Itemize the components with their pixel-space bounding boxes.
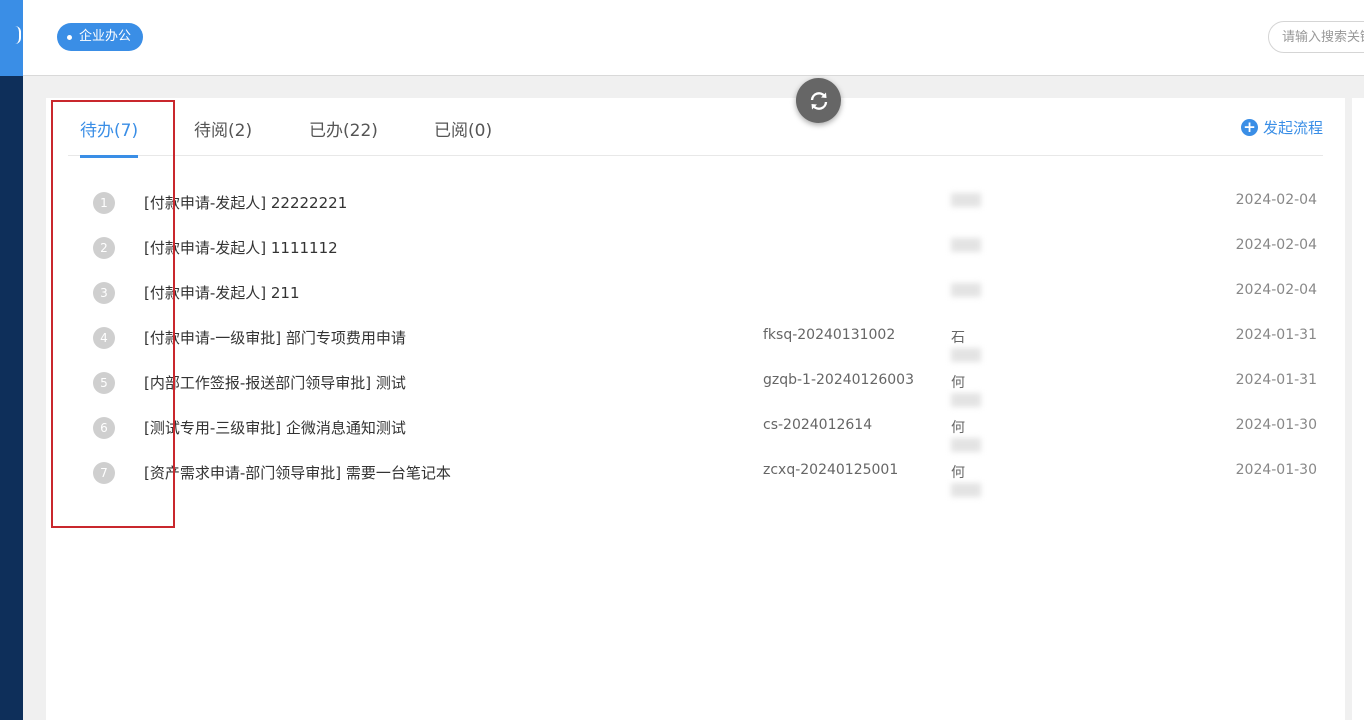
row-code: zcxq-20240125001	[763, 462, 899, 478]
app-switcher-button[interactable]: 企业办公	[57, 23, 144, 51]
row-title[interactable]: [付款申请-发起人] 211	[144, 282, 300, 303]
row-person: 石	[951, 327, 991, 363]
top-bar: 企业办公	[23, 0, 1364, 76]
row-date: 2024-01-31	[1235, 327, 1317, 343]
right-panel-edge	[1352, 98, 1364, 720]
row-title[interactable]: [资产需求申请-部门领导审批] 需要一台笔记本	[144, 462, 451, 483]
row-title[interactable]: [测试专用-三级审批] 企微消息通知测试	[144, 417, 406, 438]
row-index-badge: 2	[93, 237, 115, 259]
row-index-badge: 6	[93, 417, 115, 439]
row-date: 2024-01-31	[1235, 372, 1317, 388]
refresh-button[interactable]	[796, 78, 841, 123]
launch-process-button[interactable]: + 发起流程	[1240, 117, 1323, 138]
row-person: 何	[951, 417, 991, 453]
sidebar-logo-block[interactable]	[0, 0, 23, 76]
row-index-badge: 4	[93, 327, 115, 349]
tab-read[interactable]: 已阅(0)	[434, 116, 492, 156]
row-person: 何	[951, 372, 991, 408]
row-person	[951, 192, 991, 208]
row-date: 2024-02-04	[1235, 192, 1317, 208]
row-index-badge: 5	[93, 372, 115, 394]
row-person: 何	[951, 462, 991, 498]
row-index-badge: 3	[93, 282, 115, 304]
list-item[interactable]: 1 [付款申请-发起人] 22222221 2024-02-04	[46, 180, 1345, 225]
row-title[interactable]: [付款申请-一级审批] 部门专项费用申请	[144, 327, 406, 348]
list-item[interactable]: 5 [内部工作签报-报送部门领导审批] 测试 gzqb-1-2024012600…	[46, 360, 1345, 408]
tab-to-read[interactable]: 待阅(2)	[194, 116, 252, 156]
row-index-badge: 1	[93, 192, 115, 214]
sidebar-collapse-icon[interactable]	[15, 26, 21, 44]
task-list: 1 [付款申请-发起人] 22222221 2024-02-04 2 [付款申请…	[46, 180, 1345, 498]
row-title[interactable]: [付款申请-发起人] 1111112	[144, 237, 338, 258]
row-date: 2024-02-04	[1235, 282, 1317, 298]
launch-process-label: 发起流程	[1262, 119, 1323, 137]
list-item[interactable]: 7 [资产需求申请-部门领导审批] 需要一台笔记本 zcxq-202401250…	[46, 450, 1345, 498]
row-code: gzqb-1-20240126003	[763, 372, 914, 388]
row-title[interactable]: [内部工作签报-报送部门领导审批] 测试	[144, 372, 406, 393]
row-person	[951, 282, 991, 298]
row-date: 2024-02-04	[1235, 237, 1317, 253]
app-switcher-label: 企业办公	[79, 29, 132, 44]
tab-todo[interactable]: 待办(7)	[80, 116, 139, 158]
list-item[interactable]: 4 [付款申请-一级审批] 部门专项费用申请 fksq-20240131002 …	[46, 315, 1345, 363]
list-item[interactable]: 2 [付款申请-发起人] 1111112 2024-02-04	[46, 225, 1345, 270]
row-code: fksq-20240131002	[763, 327, 896, 343]
dot-icon	[67, 34, 72, 40]
row-person	[951, 237, 991, 253]
row-date: 2024-01-30	[1235, 417, 1317, 433]
sidebar	[0, 0, 23, 720]
task-panel: 待办(7) 待阅(2) 已办(22) 已阅(0) + 发起流程 1 [付款申请-…	[46, 98, 1345, 720]
row-index-badge: 7	[93, 462, 115, 484]
search-input[interactable]	[1268, 21, 1364, 53]
list-item[interactable]: 3 [付款申请-发起人] 211 2024-02-04	[46, 270, 1345, 315]
tab-done[interactable]: 已办(22)	[309, 116, 378, 156]
list-item[interactable]: 6 [测试专用-三级审批] 企微消息通知测试 cs-2024012614 何 2…	[46, 405, 1345, 453]
row-code: cs-2024012614	[763, 417, 873, 433]
plus-circle-icon: +	[1240, 119, 1258, 136]
tab-bar: 待办(7) 待阅(2) 已办(22) 已阅(0)	[68, 98, 1323, 158]
row-title[interactable]: [付款申请-发起人] 22222221	[144, 192, 347, 213]
refresh-icon	[810, 91, 827, 110]
row-date: 2024-01-30	[1235, 462, 1317, 478]
